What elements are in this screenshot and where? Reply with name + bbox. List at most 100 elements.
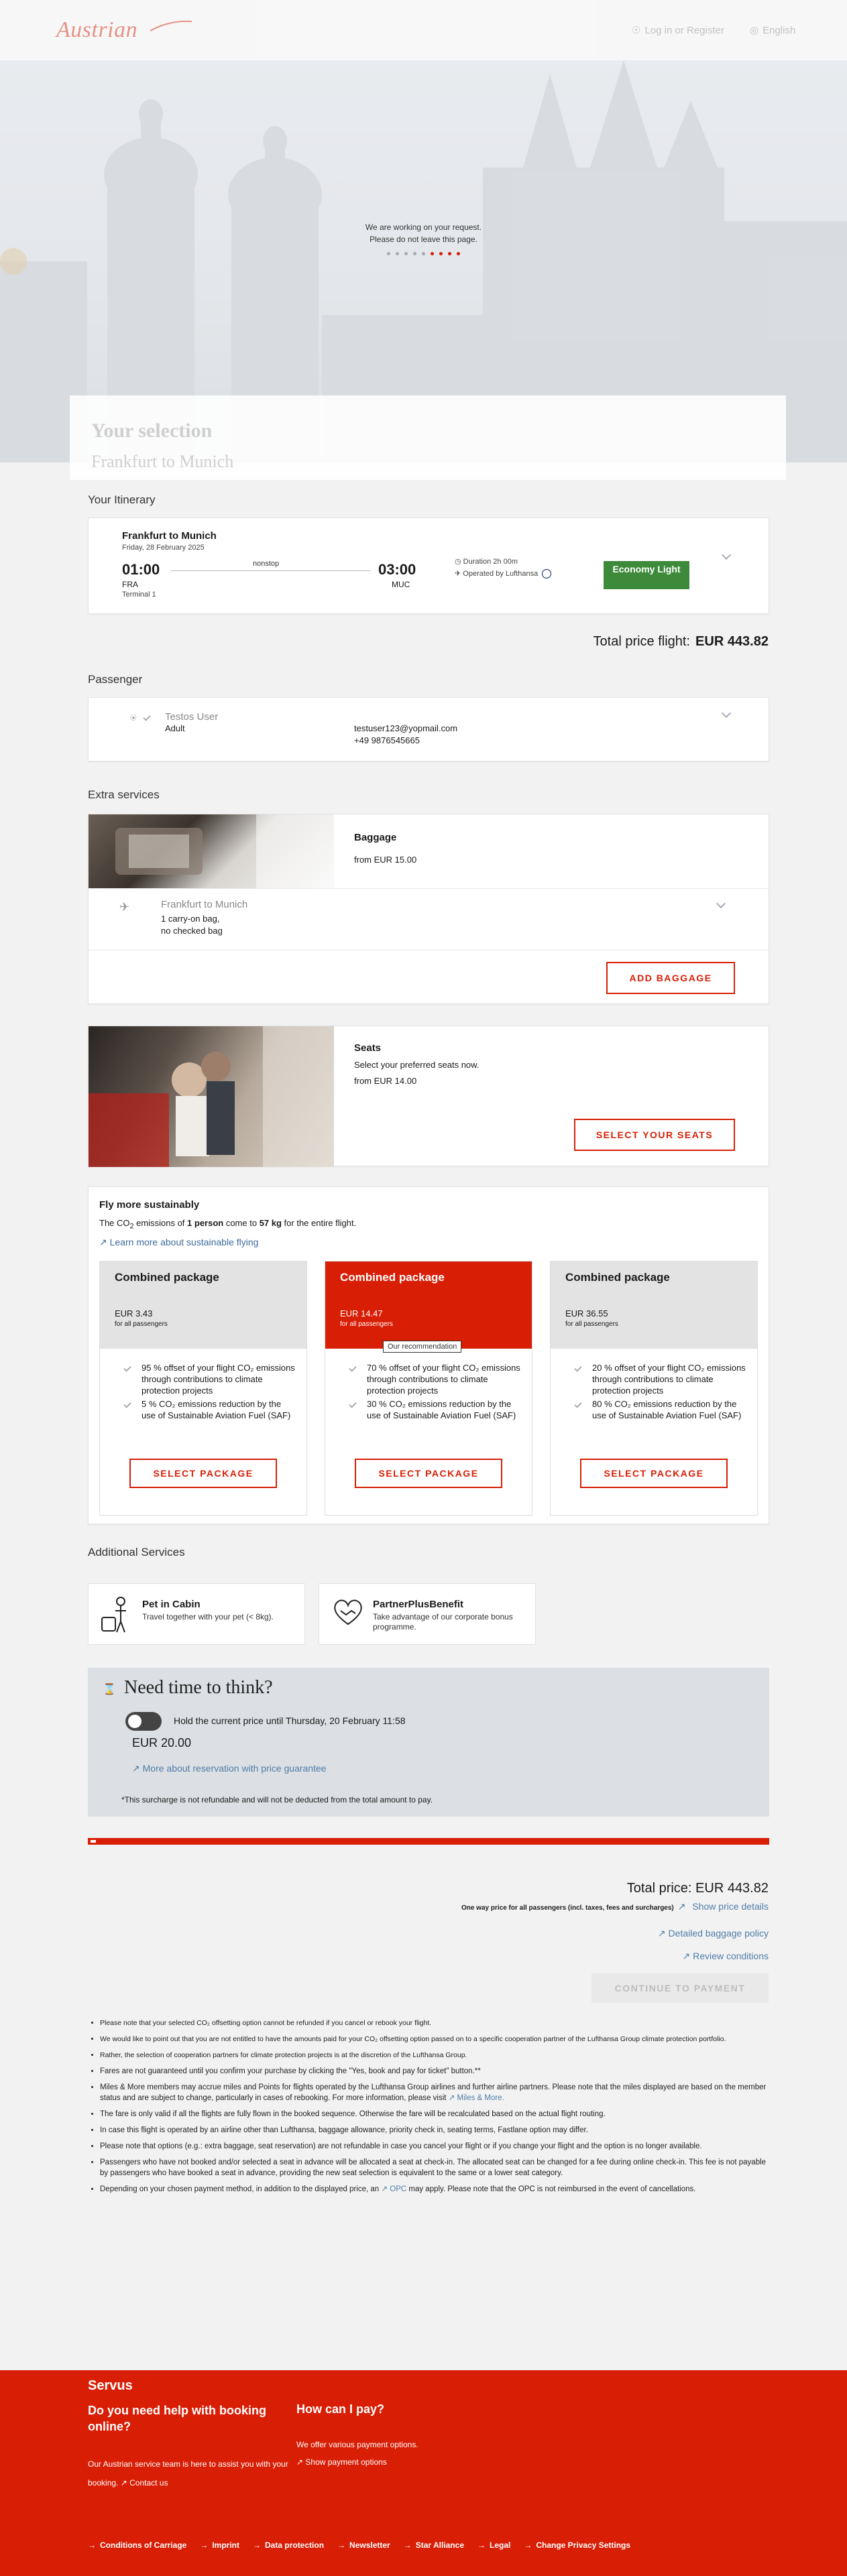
- note-item: We would like to point out that you are …: [100, 2034, 769, 2044]
- itinerary-card[interactable]: Frankfurt to Munich Friday, 28 February …: [88, 517, 769, 614]
- passenger-title: Passenger: [88, 673, 143, 686]
- austrian-logo[interactable]: Austrian: [56, 17, 137, 43]
- hourglass-icon: ⌛: [103, 1684, 116, 1695]
- passenger-name: Testos User: [165, 711, 219, 723]
- chevron-down-icon[interactable]: [721, 708, 732, 719]
- note-item: The fare is only valid if all the flight…: [100, 2109, 769, 2120]
- departure-code: FRA: [122, 580, 138, 589]
- show-price-details-link[interactable]: ↗ Show price details: [678, 1901, 769, 1912]
- login-link[interactable]: ☉ Log in or Register: [632, 24, 724, 36]
- pet-in-cabin-card[interactable]: Pet in Cabin Travel together with your p…: [88, 1583, 305, 1645]
- footer-help-title: Do you need help with booking online?: [88, 2404, 266, 2433]
- itinerary-date: Friday, 28 February 2025: [122, 544, 205, 552]
- language-selector[interactable]: ◎ English: [750, 24, 795, 36]
- passenger-card[interactable]: ⍟ Testos User Adult testuser123@yopmail.…: [88, 697, 769, 761]
- baggage-checked: no checked bag: [161, 926, 223, 936]
- site-footer: Servus Do you need help with booking onl…: [0, 2370, 847, 2576]
- partnerplus-benefit-card[interactable]: PartnerPlusBenefit Take advantage of our…: [319, 1583, 536, 1645]
- review-conditions-link[interactable]: ↗ Review conditions: [469, 1951, 769, 1962]
- price-hold-toggle[interactable]: [125, 1712, 162, 1731]
- baggage-route: Frankfurt to Munich: [161, 899, 248, 910]
- terminal-label: Terminal 1: [122, 591, 156, 599]
- recommendation-badge: Our recommendation: [383, 1341, 462, 1353]
- note-item: Rather, the selection of cooperation par…: [100, 2050, 769, 2061]
- pet-carrier-icon: [101, 1597, 126, 1633]
- passenger-phone: +49 9876545665: [354, 735, 420, 745]
- sustainability-title: Fly more sustainably: [99, 1199, 200, 1211]
- add-baggage-button[interactable]: ADD BAGGAGE: [606, 962, 735, 994]
- check-icon: [574, 1364, 582, 1372]
- additional-services-title: Additional Services: [88, 1546, 185, 1558]
- price-guarantee-link[interactable]: ↗ More about reservation with price guar…: [132, 1763, 327, 1774]
- itinerary-title: Your Itinerary: [88, 493, 156, 506]
- footer-link[interactable]: → Data protection: [253, 2540, 324, 2550]
- footer-link[interactable]: → Change Privacy Settings: [524, 2540, 630, 2550]
- arrow-right-icon: →: [477, 2540, 486, 2550]
- package-card: Combined package EUR 36.55 for all passe…: [550, 1261, 758, 1516]
- select-package-button[interactable]: SELECT PACKAGE: [129, 1459, 277, 1488]
- seats-description: Select your preferred seats now.: [354, 1060, 479, 1070]
- site-header: Austrian ☉ Log in or Register ◎ English: [0, 0, 847, 60]
- footer-greeting: Servus: [88, 2378, 133, 2393]
- seats-title: Seats: [354, 1042, 382, 1054]
- continue-to-payment-button[interactable]: CONTINUE TO PAYMENT: [591, 1973, 769, 2003]
- check-icon: [143, 713, 151, 721]
- total-price-subtext: One way price for all passengers (incl. …: [461, 1901, 769, 1912]
- external-link-icon: ↗: [132, 1763, 143, 1774]
- external-link-icon: ↗: [682, 1951, 693, 1961]
- booking-progress-bar: [88, 1838, 769, 1845]
- select-seats-button[interactable]: SELECT YOUR SEATS: [574, 1119, 735, 1151]
- check-icon: [123, 1364, 131, 1372]
- external-link-icon: ↗: [99, 1237, 110, 1247]
- payment-options-link[interactable]: ↗ Show payment options: [296, 2457, 387, 2467]
- baggage-policy-link[interactable]: ↗ Detailed baggage policy: [469, 1928, 769, 1939]
- baggage-title: Baggage: [354, 832, 397, 843]
- note-item: In case this flight is operated by an ai…: [100, 2125, 769, 2136]
- total-price: Total price: EUR 443.82: [626, 1881, 769, 1896]
- note-item: Miles & More members may accrue miles an…: [100, 2082, 769, 2103]
- note-item: Please note that your selected CO₂ offse…: [100, 2018, 769, 2028]
- footer-link[interactable]: → Newsletter: [337, 2540, 390, 2550]
- sustainable-flying-link[interactable]: ↗ Learn more about sustainable flying: [99, 1237, 258, 1248]
- arrow-right-icon: →: [200, 2540, 209, 2550]
- package-card: Combined package EUR 3.43 for all passen…: [99, 1261, 307, 1516]
- extras-title: Extra services: [88, 788, 160, 801]
- arrow-right-icon: →: [524, 2540, 532, 2550]
- chevron-down-icon[interactable]: [716, 898, 726, 909]
- sustainability-card: Fly more sustainably The CO2 emissions o…: [88, 1186, 769, 1524]
- footer-link[interactable]: → Legal: [477, 2540, 510, 2550]
- arrival-code: MUC: [392, 580, 410, 589]
- logo-swoosh-icon: [150, 20, 192, 32]
- contact-us-link[interactable]: ↗ Contact us: [121, 2478, 168, 2488]
- person-icon: ⍟: [130, 713, 137, 724]
- chevron-down-icon[interactable]: [721, 550, 732, 560]
- passenger-type: Adult: [165, 723, 185, 733]
- price-hold-panel: ⌛ Need time to think? Hold the current p…: [88, 1668, 769, 1817]
- booking-notes: Please note that your selected CO₂ offse…: [88, 2018, 769, 2200]
- footer-help-text: Our Austrian service team is here to ass…: [88, 2459, 288, 2488]
- footer-links: → Conditions of Carriage → Imprint → Data p…: [88, 2540, 630, 2550]
- price-hold-label: Hold the current price until Thursday, 2…: [174, 1715, 406, 1726]
- miles-and-more-link[interactable]: ↗ Miles & More.: [449, 2094, 504, 2102]
- footer-link[interactable]: → Imprint: [200, 2540, 239, 2550]
- baggage-carry-on: 1 carry-on bag,: [161, 914, 220, 924]
- footer-link[interactable]: → Star Alliance: [404, 2540, 464, 2550]
- package-card-recommended: Combined package EUR 14.47 for all passe…: [325, 1261, 532, 1516]
- passenger-email: testuser123@yopmail.com: [354, 723, 458, 733]
- itinerary-route: Frankfurt to Munich: [122, 530, 217, 542]
- footer-pay-text: We offer various payment options.: [296, 2440, 418, 2449]
- footer-link[interactable]: → Conditions of Carriage: [88, 2540, 186, 2550]
- selection-title: Your selection: [91, 420, 213, 442]
- opc-link[interactable]: ↗ OPC: [381, 2185, 406, 2193]
- seats-price: from EUR 14.00: [354, 1076, 417, 1086]
- arrow-right-icon: →: [403, 2540, 412, 2550]
- baggage-card: Baggage from EUR 15.00 ✈ Frankfurt to Mu…: [88, 814, 769, 1004]
- select-package-button[interactable]: SELECT PACKAGE: [580, 1459, 728, 1488]
- arrival-time: 03:00: [378, 561, 416, 578]
- select-package-button[interactable]: SELECT PACKAGE: [355, 1459, 502, 1488]
- check-icon: [349, 1400, 357, 1408]
- note-item: Passengers who have not booked and/or se…: [100, 2157, 769, 2179]
- fare-badge: Economy Light: [604, 561, 689, 589]
- operator-label: ✈ Operated by Lufthansa: [455, 569, 552, 579]
- lock-icon: ☉: [632, 25, 641, 36]
